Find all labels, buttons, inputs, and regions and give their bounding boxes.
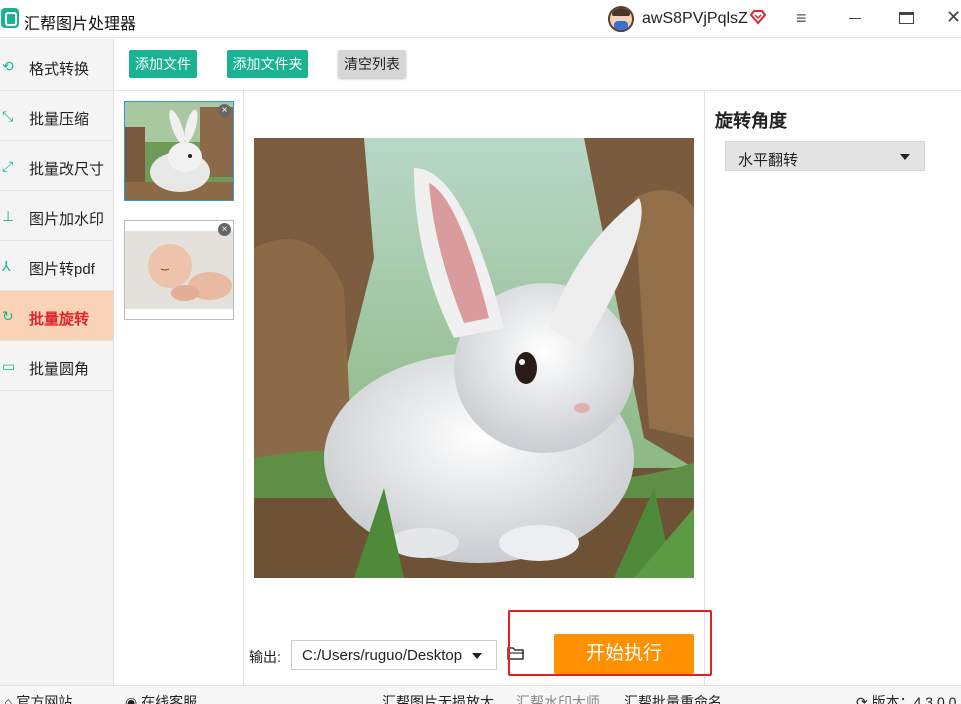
- sidebar-item-label: 图片加水印: [29, 211, 105, 228]
- sidebar-item-label: 图片转pdf: [29, 261, 95, 278]
- output-label: 输出:: [249, 649, 281, 665]
- output-path-value: C:/Users/ruguo/Desktop: [302, 647, 462, 664]
- version-label: 版本：4.3.0.0: [871, 694, 957, 704]
- sidebar-item-watermark[interactable]: ⊥ 图片加水印: [0, 191, 113, 241]
- rotate-icon: ↻: [2, 308, 14, 324]
- maximize-icon[interactable]: [899, 12, 914, 24]
- start-button[interactable]: 开始执行: [554, 634, 694, 674]
- version-info: ⟳ 版本：4.3.0.0: [856, 692, 956, 704]
- website-label: 官方网站: [16, 694, 73, 704]
- close-icon[interactable]: ✕: [946, 7, 961, 28]
- rotation-angle-value: 水平翻转: [738, 152, 799, 169]
- footer-link-watermark-master[interactable]: 汇帮水印大师: [516, 692, 600, 704]
- chevron-down-icon: [472, 653, 482, 659]
- footer: ⌂ 官方网站 ◉ 在线客服 汇帮图片无损放大 汇帮水印大师 汇帮批量重命名 ⟳ …: [0, 685, 961, 704]
- round-corner-icon: ▭: [2, 358, 16, 374]
- minimize-icon[interactable]: [849, 18, 861, 19]
- title-bar: 汇帮图片处理器 awS8PVjPqlsZ ≡ ✕: [0, 0, 961, 38]
- sidebar-item-label: 批量压缩: [29, 111, 90, 128]
- vip-heart-icon[interactable]: [749, 8, 767, 26]
- baby-thumbnail-image: [125, 221, 233, 319]
- app-title: 汇帮图片处理器: [24, 16, 137, 33]
- thumbnail-delete-icon[interactable]: ×: [218, 223, 231, 236]
- sidebar-item-compress[interactable]: ⤡ 批量压缩: [0, 91, 113, 141]
- support-link[interactable]: ◉ 在线客服: [125, 692, 197, 704]
- thumbnail-delete-icon[interactable]: ×: [218, 104, 231, 117]
- sidebar-item-format-convert[interactable]: ⟲ 格式转换: [0, 41, 113, 91]
- website-link[interactable]: ⌂ 官方网站: [4, 692, 72, 704]
- thumbnail-list: × ×: [114, 90, 244, 685]
- sidebar-item-label: 批量圆角: [29, 361, 90, 378]
- sidebar-item-label: 批量改尺寸: [29, 161, 105, 178]
- rotation-angle-title: 旋转角度: [715, 111, 787, 131]
- preview-area: [244, 90, 704, 685]
- sidebar: ⟲ 格式转换 ⤡ 批量压缩 ⤢ 批量改尺寸 ⊥ 图片加水印 ⅄ 图片转pdf ↻…: [0, 39, 114, 685]
- resize-icon: ⤢: [2, 158, 14, 174]
- username[interactable]: awS8PVjPqlsZ: [642, 10, 748, 28]
- output-path-select[interactable]: C:/Users/ruguo/Desktop: [291, 640, 497, 670]
- avatar[interactable]: [608, 6, 634, 32]
- sidebar-item-resize[interactable]: ⤢ 批量改尺寸: [0, 141, 113, 191]
- format-convert-icon: ⟲: [2, 58, 14, 74]
- rabbit-thumbnail-image: [125, 102, 233, 200]
- menu-icon[interactable]: ≡: [796, 8, 807, 29]
- compress-icon: ⤡: [2, 108, 14, 124]
- clear-list-button[interactable]: 清空列表: [338, 50, 406, 78]
- sidebar-item-label: 格式转换: [29, 61, 90, 78]
- app-logo-icon: [1, 8, 19, 28]
- chevron-down-icon: [900, 154, 910, 160]
- settings-panel: 旋转角度 水平翻转: [704, 90, 961, 685]
- sidebar-item-rotate[interactable]: ↻ 批量旋转: [0, 291, 113, 341]
- preview-image: [254, 138, 694, 578]
- footer-link-lossless-upscale[interactable]: 汇帮图片无损放大: [382, 692, 494, 704]
- footer-link-batch-rename[interactable]: 汇帮批量重命名: [624, 692, 722, 704]
- thumbnail-baby[interactable]: ×: [124, 220, 234, 320]
- thumbnail-rabbit[interactable]: ×: [124, 101, 234, 201]
- rotation-angle-select[interactable]: 水平翻转: [725, 141, 925, 171]
- sidebar-item-label: 批量旋转: [29, 311, 90, 328]
- support-label: 在线客服: [141, 694, 198, 704]
- add-file-button[interactable]: 添加文件: [129, 50, 197, 78]
- watermark-icon: ⊥: [2, 208, 15, 224]
- pdf-icon: ⅄: [2, 258, 11, 274]
- sidebar-item-to-pdf[interactable]: ⅄ 图片转pdf: [0, 241, 113, 291]
- sidebar-item-round-corner[interactable]: ▭ 批量圆角: [0, 341, 113, 391]
- add-folder-button[interactable]: 添加文件夹: [227, 50, 308, 78]
